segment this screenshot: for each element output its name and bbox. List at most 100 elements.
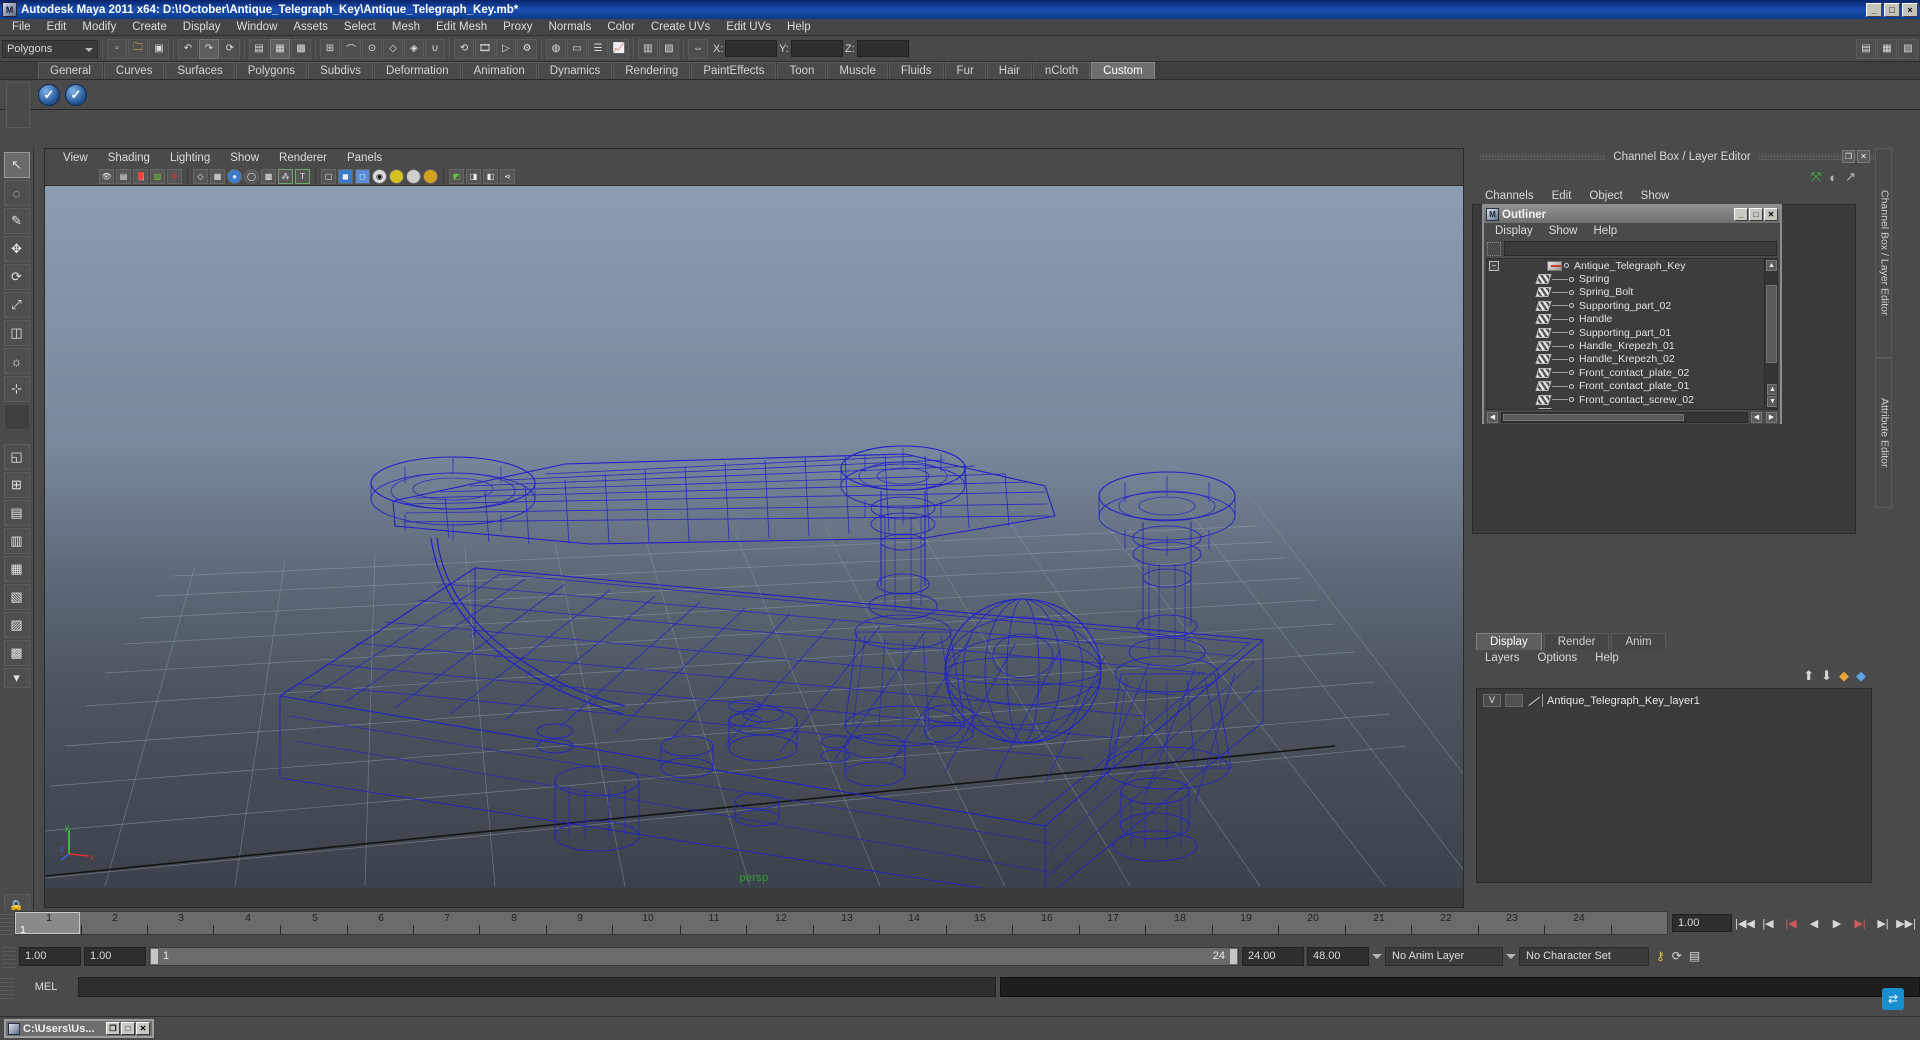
shelf-tab-subdivs[interactable]: Subdivs [308, 62, 373, 79]
scroll-right-icon-2[interactable]: ▶ [1766, 411, 1777, 423]
h-scrollbar-thumb[interactable] [1503, 413, 1685, 421]
layer-row[interactable]: V Antique_Telegraph_Key_layer1 [1477, 693, 1871, 708]
menu-display[interactable]: Display [175, 20, 229, 34]
symmetry-icon[interactable]: ⇔ [688, 38, 708, 59]
shelf-tab-animation[interactable]: Animation [461, 62, 537, 79]
menu-create[interactable]: Create [124, 20, 175, 34]
two-d-pan-zoom-icon[interactable]: ✥ [167, 168, 182, 184]
play-backwards-icon[interactable]: ◀ [1804, 914, 1824, 932]
menu-edit-uvs[interactable]: Edit UVs [718, 20, 779, 34]
selection-mode-dropdown[interactable]: Polygons [2, 39, 98, 58]
shadows-icon[interactable] [423, 168, 438, 184]
range-slider[interactable]: 1 24 [149, 946, 1239, 966]
undock-icon[interactable]: ❐ [1842, 150, 1855, 163]
last-tool-used-icon[interactable] [3, 404, 30, 430]
chevron-down-icon-2[interactable] [1506, 953, 1516, 959]
scroll-left-icon[interactable]: ◀ [1487, 411, 1498, 423]
new-layer-icon[interactable]: ◆ [1839, 668, 1849, 684]
scale-tool-icon[interactable]: ⤢ [3, 292, 30, 318]
expand-arrow-icon[interactable]: ↗ [1845, 169, 1856, 185]
layout-more-icon[interactable]: ▾ [3, 668, 30, 688]
range-start-field[interactable]: 1.00 [19, 946, 81, 966]
coord-input-z[interactable] [857, 40, 909, 57]
shelf-tab-rendering[interactable]: Rendering [613, 62, 691, 79]
remote-support-icon[interactable]: ⇄ [1882, 988, 1904, 1010]
step-back-frame-icon[interactable]: |◀ [1781, 914, 1801, 932]
check-icon-2[interactable]: ✓ [65, 83, 87, 106]
attribute-editor-toggle-icon[interactable]: ▨ [659, 38, 679, 59]
outliner-row-spring-bolt[interactable]: Spring_Bolt [1487, 286, 1763, 299]
sidetab-channel-box-layer-editor[interactable]: Channel Box / Layer Editor [1874, 148, 1892, 358]
select-camera-icon[interactable]: 👁 [99, 168, 114, 184]
playback-start-field[interactable]: 24.00 [1242, 946, 1304, 966]
xray-mode-icon[interactable]: ◨ [466, 168, 481, 184]
snap-to-plane-icon[interactable]: ◇ [383, 38, 403, 59]
shelf-tab-dynamics[interactable]: Dynamics [537, 62, 613, 79]
viewport-canvas[interactable]: y z x persp [45, 186, 1463, 888]
viewport-menu-lighting[interactable]: Lighting [160, 152, 220, 164]
chevron-down-icon-1[interactable] [1372, 953, 1382, 959]
menu-file[interactable]: File [4, 20, 39, 34]
use-all-lights-icon[interactable] [406, 168, 421, 184]
outliner-row-spring[interactable]: Spring [1487, 272, 1763, 285]
viewport-menu-view[interactable]: View [53, 152, 98, 164]
new-layer-from-selected-icon[interactable]: ◆ [1856, 668, 1866, 684]
viewport-menu-show[interactable]: Show [220, 152, 269, 164]
channel-menu-object[interactable]: Object [1580, 190, 1631, 202]
time-slider-drag-handle[interactable] [0, 911, 14, 935]
view-persp-graph-icon[interactable]: ▥ [3, 528, 30, 554]
use-default-light-icon[interactable] [389, 168, 404, 184]
channel-menu-edit[interactable]: Edit [1543, 190, 1581, 202]
exposure-icon[interactable]: ▩ [261, 168, 276, 184]
isolate-select-icon[interactable]: ◩ [449, 168, 464, 184]
step-back-keyframe-icon[interactable]: |◀ [1758, 914, 1778, 932]
outliner-row-front-contact-screw-02[interactable]: Front_contact_screw_02 [1487, 393, 1763, 406]
view-two-stacked-icon[interactable]: ▨ [3, 612, 30, 638]
undo-icon[interactable]: ↶ [178, 38, 198, 59]
layer-menu-layers[interactable]: Layers [1476, 652, 1529, 664]
bookmarks-icon[interactable]: 📕 [133, 168, 148, 184]
snap-to-view-plane-icon[interactable]: ◈ [404, 38, 424, 59]
outliner-row-supporting-part-02[interactable]: Supporting_part_02 [1487, 299, 1763, 312]
menu-color[interactable]: Color [599, 20, 642, 34]
scroll-up-small-icon[interactable]: ▲ [1767, 384, 1777, 395]
new-scene-icon[interactable]: ▫ [107, 38, 127, 59]
step-forward-frame-icon[interactable]: ▶| [1850, 914, 1870, 932]
snap-to-uv-icon[interactable]: ∪ [425, 38, 445, 59]
outliner-menu-display[interactable]: Display [1487, 225, 1541, 237]
view-persp-uv-icon[interactable]: ▧ [3, 584, 30, 610]
menu-window[interactable]: Window [228, 20, 285, 34]
shelf-tab-ncloth[interactable]: nCloth [1032, 62, 1091, 79]
select-by-hierarchy-icon[interactable]: ▤ [249, 38, 269, 59]
layer-shading-toggle[interactable] [1505, 694, 1523, 707]
viewport-menu-renderer[interactable]: Renderer [269, 152, 337, 164]
redo-icon[interactable]: ↷ [199, 38, 219, 59]
script-language-label[interactable]: MEL [18, 981, 74, 993]
outliner-search-input[interactable] [1504, 241, 1777, 256]
outliner-row-front-contact-screw-01[interactable]: Front_contact_screw_01 [1487, 406, 1763, 409]
universal-manipulator-icon[interactable]: ◫ [3, 320, 30, 346]
move-tool-icon[interactable]: ✥ [3, 236, 30, 262]
key-icon[interactable]: ⚷ [1656, 949, 1665, 963]
menu-proxy[interactable]: Proxy [495, 20, 540, 34]
menu-modify[interactable]: Modify [74, 20, 124, 34]
open-scene-icon[interactable]: 🗀 [128, 38, 148, 59]
outliner-row-handle[interactable]: Handle [1487, 313, 1763, 326]
play-forwards-icon[interactable]: ▶ [1827, 914, 1847, 932]
menu-help[interactable]: Help [779, 20, 819, 34]
close-button[interactable]: × [1902, 2, 1918, 17]
save-scene-icon[interactable]: ▣ [149, 38, 169, 59]
go-to-start-icon[interactable]: |◀◀ [1735, 914, 1755, 932]
tab-anim[interactable]: Anim [1611, 633, 1666, 650]
viewport-menu-shading[interactable]: Shading [98, 152, 160, 164]
view-single-perspective-icon[interactable]: ◱ [3, 444, 30, 470]
select-by-component-icon[interactable]: ▩ [291, 38, 311, 59]
outliner-close-icon[interactable]: ✕ [1764, 208, 1778, 221]
maximize-button[interactable]: □ [1884, 2, 1900, 17]
menu-edit-mesh[interactable]: Edit Mesh [428, 20, 495, 34]
shelf-tab-toon[interactable]: Toon [777, 62, 827, 79]
snap-to-grid-icon[interactable]: ⊞ [320, 38, 340, 59]
taskbar-restore-icon[interactable]: ❐ [106, 1022, 120, 1035]
collapse-icon[interactable]: − [1489, 260, 1499, 271]
open-hypershade-icon[interactable]: ◍ [546, 38, 566, 59]
